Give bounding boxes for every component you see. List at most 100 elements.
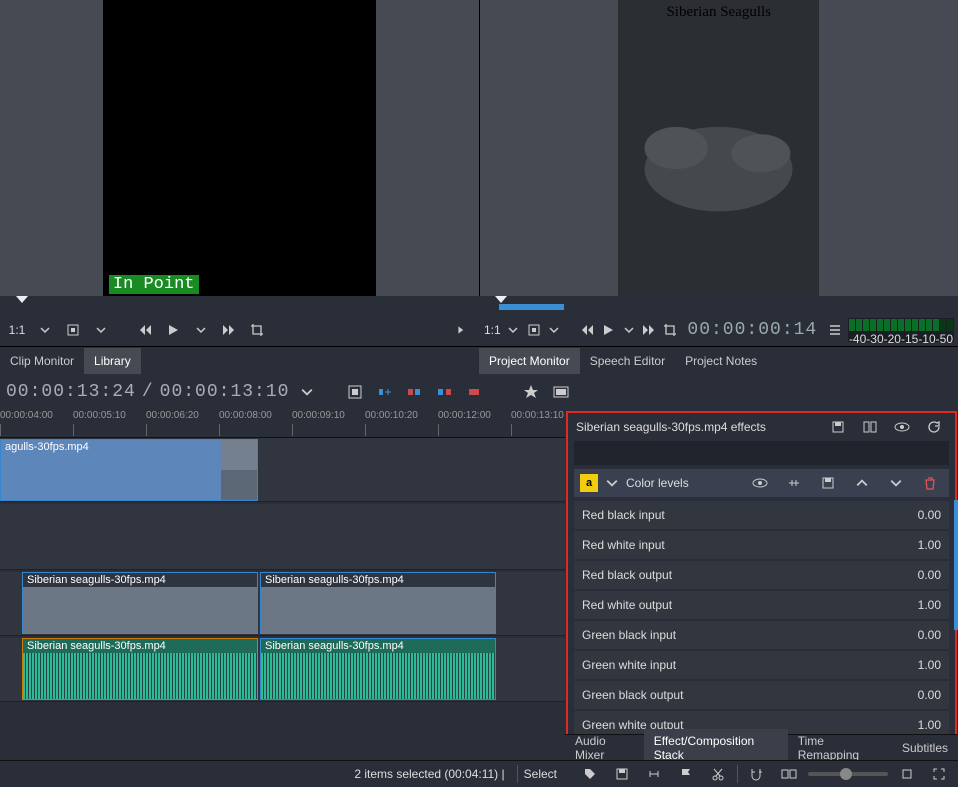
options-chevron-icon[interactable] bbox=[449, 317, 475, 343]
param-value[interactable]: 0.00 bbox=[918, 508, 941, 522]
zoom-level-label[interactable]: 1:1 bbox=[483, 317, 502, 343]
tab-subtitles[interactable]: Subtitles bbox=[892, 736, 958, 760]
play-icon[interactable] bbox=[599, 317, 618, 343]
tab-project-monitor[interactable]: Project Monitor bbox=[479, 348, 580, 374]
chevron-down-icon[interactable] bbox=[504, 317, 523, 343]
param-row[interactable]: Red black output 0.00 bbox=[574, 561, 949, 589]
clip-video-v1-2[interactable]: Siberian seagulls-30fps.mp4 bbox=[260, 572, 496, 634]
effects-filter-input[interactable] bbox=[574, 441, 949, 465]
project-video-title: Siberian Seagulls bbox=[618, 4, 819, 21]
clip-video-v1-1[interactable]: Siberian seagulls-30fps.mp4 bbox=[22, 572, 258, 634]
chevron-down-icon[interactable] bbox=[606, 477, 618, 489]
param-value[interactable]: 1.00 bbox=[918, 718, 941, 732]
hamburger-icon[interactable] bbox=[825, 317, 844, 343]
chevron-down-icon[interactable] bbox=[88, 317, 114, 343]
clip-monitor-canvas[interactable]: In Point bbox=[0, 0, 479, 296]
project-timecode[interactable]: 00:00:00:14 bbox=[687, 320, 817, 340]
param-value[interactable]: 1.00 bbox=[918, 598, 941, 612]
chevron-down-icon[interactable] bbox=[295, 380, 319, 404]
param-row[interactable]: Red white input1.00 bbox=[574, 531, 949, 559]
play-icon[interactable] bbox=[160, 317, 186, 343]
preview-res-icon[interactable] bbox=[549, 380, 573, 404]
clip-monitor: In Point bbox=[0, 0, 480, 296]
rewind-icon[interactable] bbox=[132, 317, 158, 343]
in-point-badge: In Point bbox=[109, 275, 199, 294]
clip-monitor-ruler[interactable] bbox=[0, 296, 479, 314]
refresh-icon[interactable] bbox=[921, 414, 947, 440]
project-monitor-ruler[interactable] bbox=[479, 296, 958, 314]
eye-icon[interactable] bbox=[747, 470, 773, 496]
param-name: Red black output bbox=[582, 568, 672, 582]
crop-icon[interactable] bbox=[244, 317, 270, 343]
split-view-icon[interactable] bbox=[857, 414, 883, 440]
tag-icon[interactable] bbox=[577, 761, 603, 787]
favorite-icon[interactable] bbox=[519, 380, 543, 404]
clip-label: Siberian seagulls-30fps.mp4 bbox=[265, 574, 404, 586]
param-value[interactable]: 0.00 bbox=[918, 688, 941, 702]
zoom-icon[interactable] bbox=[894, 761, 920, 787]
save-stack-icon[interactable] bbox=[825, 414, 851, 440]
timeline-tracks[interactable]: agulls-30fps.mp4 Siberian seagulls-30fps… bbox=[0, 438, 565, 752]
save-icon[interactable] bbox=[609, 761, 635, 787]
status-selection-info: 2 items selected (00:04:11) | bbox=[6, 767, 511, 781]
tab-speech-editor[interactable]: Speech Editor bbox=[580, 348, 675, 374]
zone-in-icon[interactable] bbox=[60, 317, 86, 343]
flag-icon[interactable] bbox=[673, 761, 699, 787]
insert-icon[interactable] bbox=[373, 380, 397, 404]
cut-icon[interactable] bbox=[705, 761, 731, 787]
crop-icon[interactable] bbox=[661, 317, 680, 343]
forward-icon[interactable] bbox=[640, 317, 659, 343]
save-icon[interactable] bbox=[815, 470, 841, 496]
clip-label: Siberian seagulls-30fps.mp4 bbox=[27, 640, 166, 652]
chevron-down-icon[interactable] bbox=[545, 317, 564, 343]
param-value[interactable]: 0.00 bbox=[918, 568, 941, 582]
fit-zoom-icon[interactable] bbox=[776, 761, 802, 787]
param-value[interactable]: 1.00 bbox=[918, 658, 941, 672]
param-name: Red white output bbox=[582, 598, 672, 612]
move-up-icon[interactable] bbox=[849, 470, 875, 496]
scroll-indicator[interactable] bbox=[954, 500, 958, 630]
param-row[interactable]: Green black input 0.00 bbox=[574, 621, 949, 649]
clip-label: Siberian seagulls-30fps.mp4 bbox=[265, 640, 404, 652]
tab-clip-monitor[interactable]: Clip Monitor bbox=[0, 348, 84, 374]
details-icon[interactable] bbox=[343, 380, 367, 404]
move-down-icon[interactable] bbox=[883, 470, 909, 496]
spacer-tool-icon[interactable] bbox=[641, 761, 667, 787]
select-tool-label[interactable]: Select bbox=[524, 767, 557, 781]
tab-project-notes[interactable]: Project Notes bbox=[675, 348, 767, 374]
param-value[interactable]: 1.00 bbox=[918, 538, 941, 552]
param-name: Green black input bbox=[582, 628, 676, 642]
zoom-slider[interactable] bbox=[808, 772, 888, 776]
project-monitor-canvas[interactable]: Siberian Seagulls bbox=[480, 0, 958, 296]
clip-audio-a1-2[interactable]: Siberian seagulls-30fps.mp4 bbox=[260, 638, 496, 700]
param-row[interactable]: Green black output0.00 bbox=[574, 681, 949, 709]
clip-audio-a1-1[interactable]: Siberian seagulls-30fps.mp4 bbox=[22, 638, 258, 700]
delete-icon[interactable] bbox=[917, 470, 943, 496]
effect-header[interactable]: a Color levels bbox=[574, 469, 949, 497]
rewind-icon[interactable] bbox=[578, 317, 597, 343]
clip-video-v2[interactable]: agulls-30fps.mp4 bbox=[0, 439, 258, 501]
zoom-level-label[interactable]: 1:1 bbox=[4, 317, 30, 343]
snap-icon[interactable] bbox=[744, 761, 770, 787]
param-value[interactable]: 0.00 bbox=[918, 628, 941, 642]
overwrite-icon[interactable] bbox=[403, 380, 427, 404]
forward-icon[interactable] bbox=[216, 317, 242, 343]
right-panel-tabs: Project Monitor Speech Editor Project No… bbox=[479, 348, 958, 374]
effects-panel: Siberian seagulls-30fps.mp4 effects a Co… bbox=[566, 411, 957, 751]
param-row[interactable]: Red black input0.00 bbox=[574, 501, 949, 529]
timeline-ruler[interactable]: 00:00:04:00 00:00:05:10 00:00:06:20 00:0… bbox=[0, 410, 565, 438]
fullscreen-icon[interactable] bbox=[926, 761, 952, 787]
eye-icon[interactable] bbox=[889, 414, 915, 440]
chevron-down-icon[interactable] bbox=[188, 317, 214, 343]
chevron-down-icon[interactable] bbox=[32, 317, 58, 343]
tab-library[interactable]: Library bbox=[84, 348, 141, 374]
lift-icon[interactable] bbox=[463, 380, 487, 404]
param-row[interactable]: Green white input1.00 bbox=[574, 651, 949, 679]
keyframes-icon[interactable] bbox=[781, 470, 807, 496]
zone-in-icon[interactable] bbox=[524, 317, 543, 343]
chevron-down-icon[interactable] bbox=[619, 317, 638, 343]
timeline-cursor-time[interactable]: 00:00:13:24 bbox=[6, 382, 136, 402]
timeline-zone-time[interactable]: 00:00:13:10 bbox=[160, 382, 290, 402]
extract-icon[interactable] bbox=[433, 380, 457, 404]
param-row[interactable]: Red white output 1.00 bbox=[574, 591, 949, 619]
